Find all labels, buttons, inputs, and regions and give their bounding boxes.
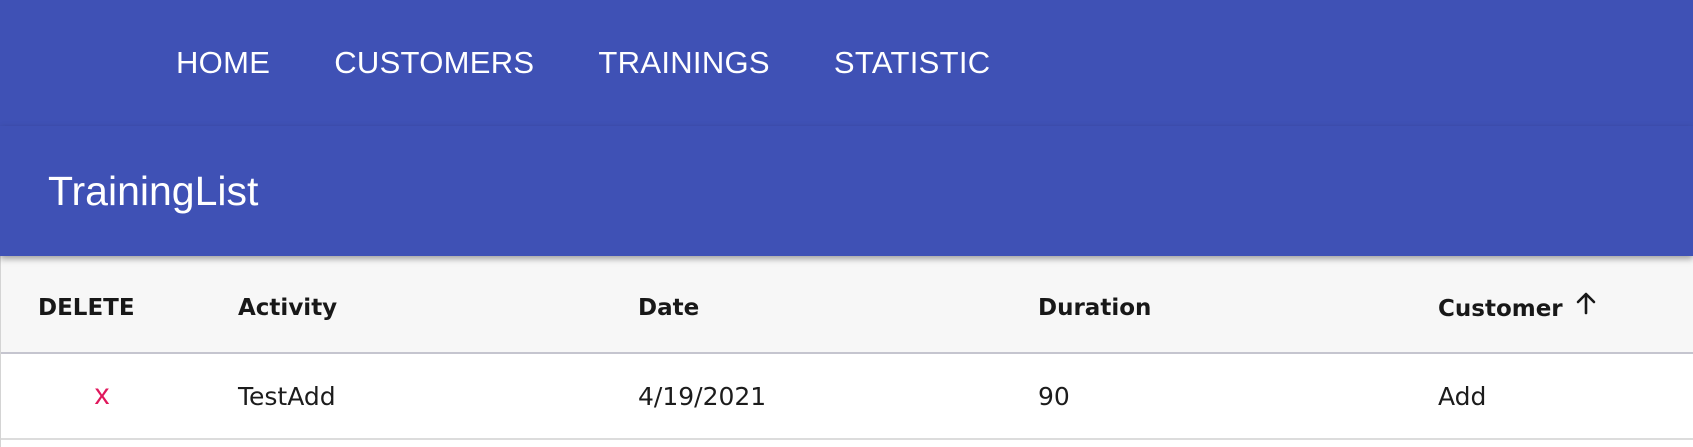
cell-activity: TestAdd [238,382,336,411]
grid-header-row: DELETE Activity Date Duration Customer [1,256,1693,354]
column-header-delete: DELETE [38,295,135,321]
arrow-up-icon[interactable] [1575,291,1597,322]
top-navigation-bar: HOME CUSTOMERS TRAININGS STATISTIC [0,0,1693,126]
nav-link-statistic[interactable]: STATISTIC [834,44,991,82]
page-title: TrainingList [48,168,259,214]
app-root: HOME CUSTOMERS TRAININGS STATISTIC Train… [0,0,1693,447]
table-row: x TestAdd 4/19/2021 90 Add [1,354,1693,440]
training-grid: DELETE Activity Date Duration Customer x… [0,256,1693,447]
nav-links: HOME CUSTOMERS TRAININGS STATISTIC [176,44,1054,82]
column-header-activity[interactable]: Activity [238,294,337,322]
cell-customer: Add [1438,382,1487,411]
column-header-duration[interactable]: Duration [1038,294,1151,322]
delete-button[interactable]: x [91,380,113,410]
nav-link-trainings[interactable]: TRAININGS [598,44,770,82]
nav-link-customers[interactable]: CUSTOMERS [334,44,534,82]
column-header-customer[interactable]: Customer [1438,296,1563,322]
page-title-bar: TrainingList [0,126,1693,256]
column-header-customer-wrap[interactable]: Customer [1438,291,1597,325]
cell-date: 4/19/2021 [638,382,767,411]
nav-link-home[interactable]: HOME [176,44,270,82]
cell-duration: 90 [1038,382,1070,411]
column-header-date[interactable]: Date [638,294,699,322]
